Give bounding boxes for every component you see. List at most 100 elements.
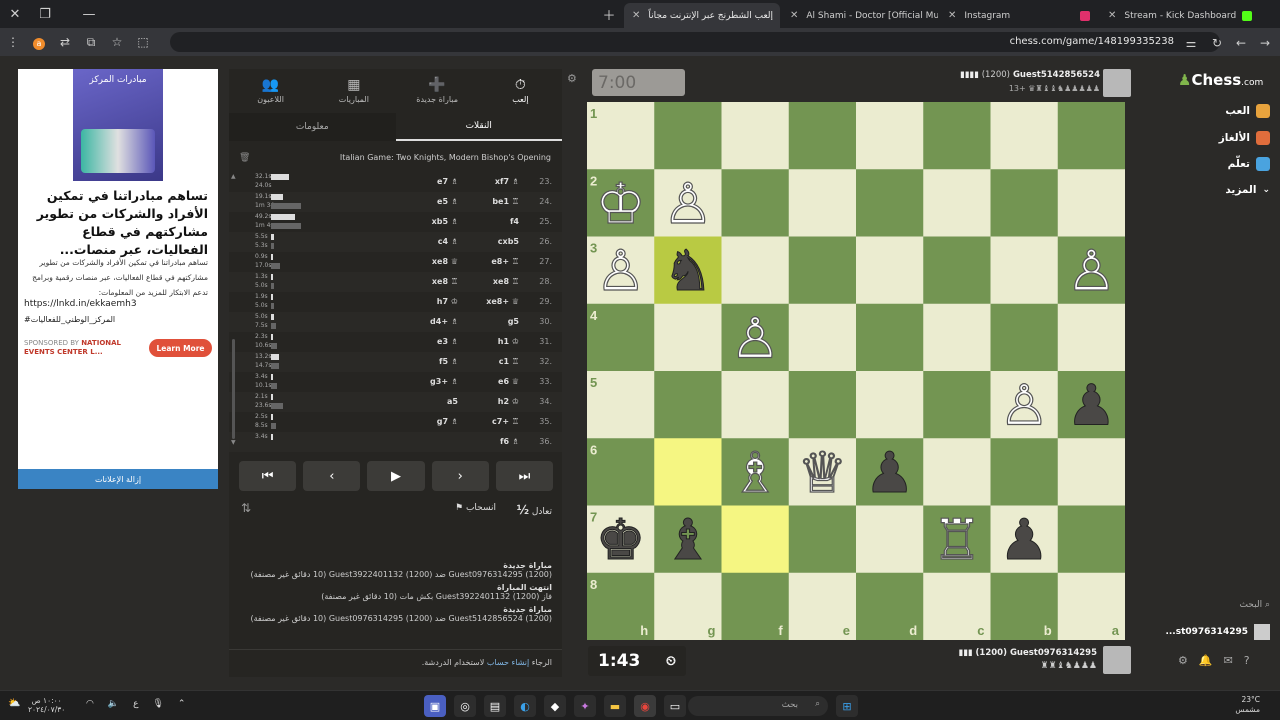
board-square[interactable] — [788, 303, 857, 372]
board-square[interactable] — [856, 371, 924, 439]
chess-logo[interactable]: ♟Chess.com — [1178, 71, 1263, 89]
white-piece[interactable]: ♕ — [797, 440, 848, 506]
first-move-button[interactable]: ⏮ — [239, 461, 297, 491]
move-row[interactable]: 32. c1 ♖ f5 ♗ 13.2s 14.7s — [229, 352, 562, 372]
board-square[interactable] — [856, 169, 924, 237]
nav-play[interactable]: العب — [1225, 104, 1270, 118]
move-row[interactable]: 34. h2 ♔ a5 2.1s 23.6s — [229, 392, 562, 412]
nav-learn[interactable]: تعلّم — [1228, 157, 1270, 171]
black-move[interactable]: d4+ ♗ — [430, 317, 458, 326]
ad-image[interactable]: مبادرات المركز — [73, 69, 163, 181]
black-move[interactable]: a5 — [447, 397, 458, 406]
white-move[interactable]: e6 ♕ — [498, 377, 519, 386]
windows-start-icon[interactable]: ⊞ — [836, 695, 858, 717]
edge-icon[interactable]: ◐ — [514, 695, 536, 717]
back-icon[interactable]: ← — [1228, 36, 1254, 50]
board-square[interactable] — [788, 236, 857, 305]
app-icon[interactable]: ▤ — [484, 695, 506, 717]
white-piece[interactable]: ♔ — [595, 171, 646, 237]
white-move[interactable]: xf7 ♗ — [495, 177, 519, 186]
move-row[interactable]: 26. cxb5 c4 ♗ 5.5s 5.3s — [229, 232, 562, 252]
board-square[interactable] — [990, 438, 1059, 506]
board-square[interactable] — [923, 169, 991, 237]
trash-icon[interactable]: 🗑 — [239, 153, 250, 163]
board-square[interactable] — [1057, 102, 1125, 170]
white-move[interactable]: c1 ♖ — [499, 357, 519, 366]
move-row[interactable]: 23. xf7 ♗ e7 ♗ 32.1s 24.0s — [229, 172, 562, 192]
board-square[interactable] — [1057, 303, 1125, 372]
board-square[interactable] — [788, 102, 857, 170]
play-moves-button[interactable]: ▶ — [367, 461, 425, 491]
black-piece[interactable]: ♝ — [662, 508, 713, 574]
board-square[interactable] — [788, 505, 857, 574]
create-account-link[interactable]: إنشاء حساب — [487, 658, 529, 667]
white-move[interactable]: h2 ♔ — [498, 397, 519, 406]
black-move[interactable]: g3+ ♗ — [430, 377, 458, 386]
white-piece[interactable]: ♙ — [1066, 239, 1117, 305]
settings-gear-icon[interactable]: ⚙ — [567, 72, 577, 85]
site-settings-icon[interactable]: ⚌ — [1178, 36, 1204, 50]
board-square[interactable] — [1057, 505, 1125, 574]
minimize-window-icon[interactable]: — — [74, 0, 104, 28]
tab-search-icon[interactable]: ⇄ — [52, 35, 78, 49]
board-square[interactable] — [654, 102, 722, 170]
black-piece[interactable]: ♟ — [1066, 373, 1117, 439]
weather-widget[interactable]: 23°C مشمس — [1235, 695, 1260, 715]
top-player-avatar[interactable] — [1103, 69, 1131, 97]
notifications-icon[interactable]: 🔔 — [1199, 654, 1213, 667]
help-icon[interactable]: ? — [1244, 654, 1250, 667]
black-move[interactable]: e7 ♗ — [437, 177, 458, 186]
draw-button[interactable]: ½ تعادل — [517, 503, 552, 517]
white-move[interactable]: be1 ♖ — [492, 197, 519, 206]
white-move[interactable]: xe8 ♖ — [493, 277, 519, 286]
resign-button[interactable]: ⚑ انسحاب — [455, 503, 496, 513]
black-piece[interactable]: ♟ — [999, 508, 1050, 574]
white-move[interactable]: e8+ ♖ — [491, 257, 519, 266]
next-move-button[interactable]: › — [431, 461, 489, 491]
board-square[interactable] — [654, 371, 722, 439]
white-piece[interactable]: ♙ — [595, 239, 646, 305]
move-row[interactable]: 35. c7+ ♖ g7 ♗ 2.5s 8.5s — [229, 412, 562, 432]
nav-more[interactable]: المزيد ⌄ — [1225, 184, 1270, 196]
board-square[interactable] — [721, 236, 790, 305]
settings-icon[interactable]: ⚙ — [1178, 654, 1188, 667]
wifi-icon[interactable]: ◠ — [86, 699, 94, 709]
ad-learn-more-button[interactable]: Learn More — [149, 339, 212, 357]
top-player-name[interactable]: ▮▮▮▮ (1200) Guest5142856524 — [960, 70, 1100, 80]
app-icon[interactable]: ◆ — [544, 695, 566, 717]
black-move[interactable]: e3 ♗ — [437, 337, 458, 346]
menu-icon[interactable]: ⋮ — [0, 35, 26, 49]
bookmark-star-icon[interactable]: ☆ — [104, 35, 130, 49]
reload-icon[interactable]: ↻ — [1204, 36, 1230, 50]
chess-board[interactable]: 12345678h g f e d c b a♔ ♙♙ ♞ ♙♙♙ ♟♗ ♕ ♟♚ ♝ ♖ ♟ — [587, 102, 1125, 640]
white-move[interactable]: cxb5 — [498, 237, 519, 246]
board-square[interactable] — [856, 102, 924, 170]
board-square[interactable] — [1057, 438, 1125, 506]
move-row[interactable]: 27. e8+ ♖ xe8 ♕ 0.9s 17.0s — [229, 252, 562, 272]
black-move[interactable]: c4 ♗ — [438, 237, 458, 246]
system-clock[interactable]: ١٠:٠٠ ص ٢٠٢٤/٠٧/٣٠ — [28, 696, 65, 714]
board-square[interactable] — [923, 303, 991, 372]
board-square[interactable] — [923, 102, 991, 170]
ad-banner[interactable]: مبادرات المركز تساهم مبادراتنا في تمكين … — [18, 69, 218, 489]
app-icon[interactable]: ◎ — [454, 695, 476, 717]
board-square[interactable] — [923, 371, 991, 439]
black-move[interactable]: h7 ♔ — [437, 297, 458, 306]
board-square[interactable] — [788, 169, 857, 237]
cloud-icon[interactable]: ⛅ — [8, 698, 20, 709]
scroll-down-icon[interactable]: ▼ — [231, 439, 236, 446]
last-move-button[interactable]: ⏭ — [495, 461, 554, 491]
white-piece[interactable]: ♗ — [729, 440, 780, 506]
black-piece[interactable]: ♟ — [864, 440, 915, 506]
extensions-icon[interactable]: ⧉ — [78, 35, 104, 50]
black-move[interactable]: xe8 ♕ — [432, 257, 458, 266]
move-row[interactable]: 24. be1 ♖ e5 ♗ 19.1s 1m 34s — [229, 192, 562, 212]
black-move[interactable]: e5 ♗ — [437, 197, 458, 206]
white-move[interactable]: f4 — [510, 217, 519, 226]
copilot-icon[interactable]: ✦ — [574, 695, 596, 717]
white-piece[interactable]: ♖ — [931, 508, 982, 574]
previous-move-button[interactable]: ‹ — [303, 461, 361, 491]
board-square[interactable] — [654, 438, 722, 506]
move-list-scrollbar[interactable] — [232, 339, 235, 439]
search-link[interactable]: البحث ⌕ — [1239, 600, 1270, 610]
